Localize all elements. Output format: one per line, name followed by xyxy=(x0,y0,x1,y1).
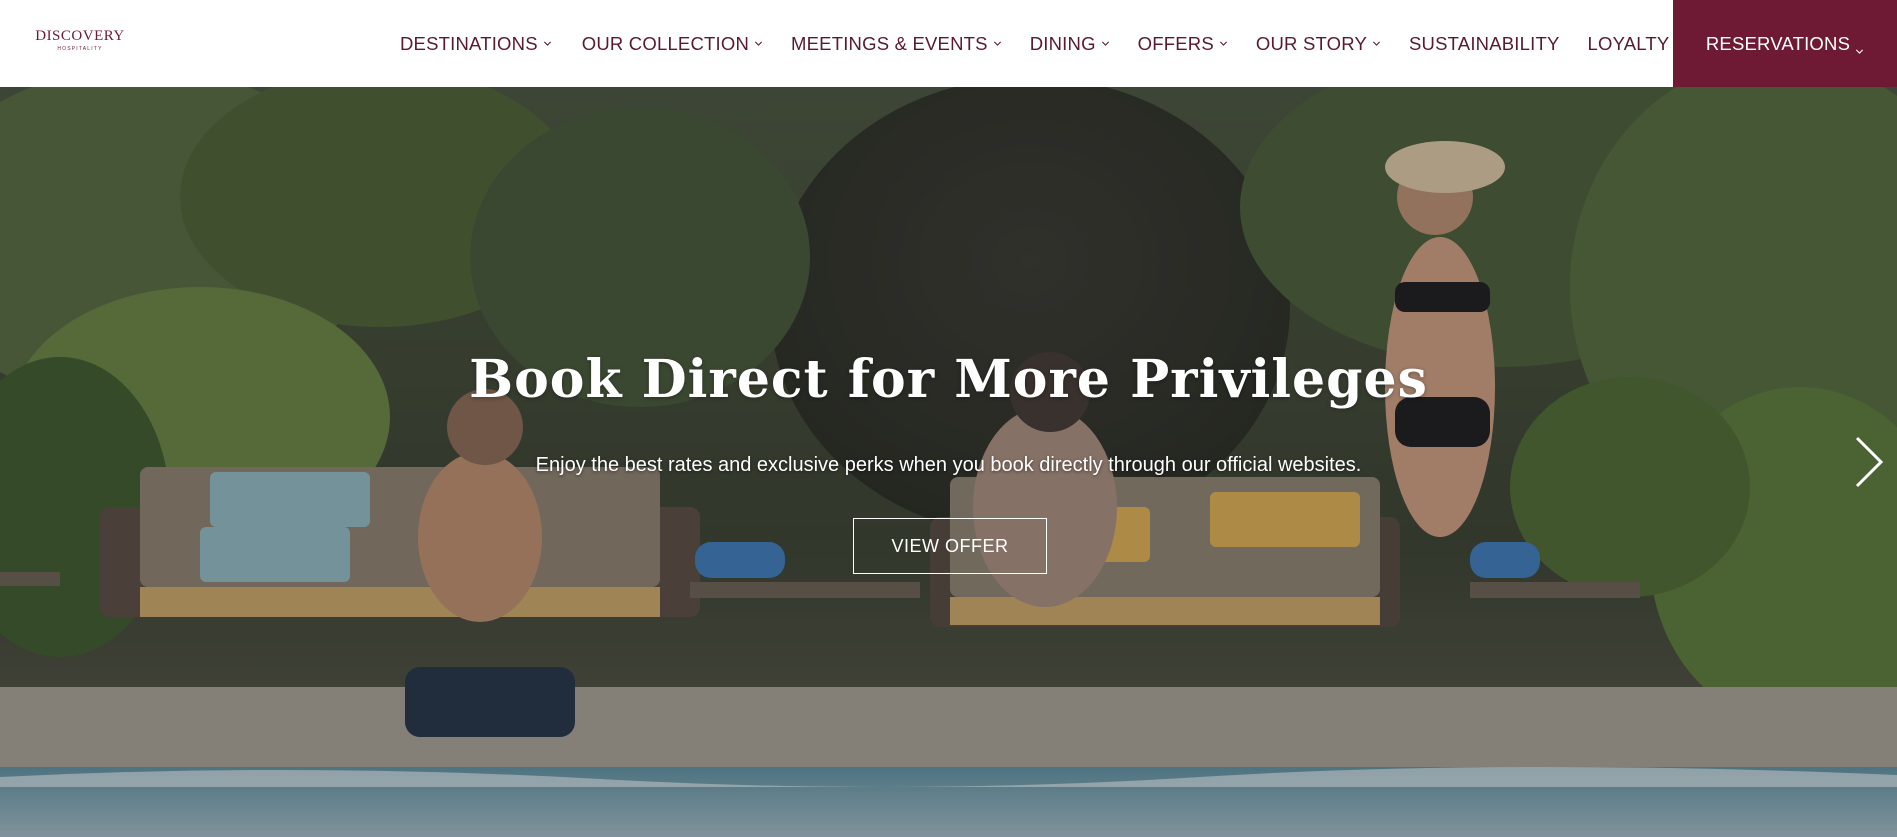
chevron-down-icon xyxy=(1372,39,1381,48)
nav-item-offers[interactable]: OFFERS xyxy=(1138,0,1228,87)
nav-item-meetings-events[interactable]: MEETINGS & EVENTS xyxy=(791,0,1002,87)
logo-tagline: HOSPITALITY xyxy=(57,46,103,52)
chevron-down-icon xyxy=(1101,39,1110,48)
nav-item-label: OUR COLLECTION xyxy=(581,32,750,54)
nav-item-label: OUR STORY xyxy=(1255,32,1368,54)
hero-subtitle: Enjoy the best rates and exclusive perks… xyxy=(535,454,1362,476)
chevron-right-icon[interactable] xyxy=(1851,434,1885,490)
nav-item-label: MEETINGS & EVENTS xyxy=(791,32,988,54)
nav-item-label: DESTINATIONS xyxy=(400,32,538,54)
reservations-label: RESERVATIONS xyxy=(1705,32,1851,54)
nav-item-label: SUSTAINABILITY xyxy=(1409,32,1560,54)
hero-title: Book Direct for More Privileges xyxy=(469,349,1428,410)
site-header: DISCOVERY HOSPITALITY DESTINATIONS OUR C… xyxy=(0,0,1897,87)
chevron-down-icon xyxy=(993,39,1002,48)
nav-item-loyalty[interactable]: LOYALTY xyxy=(1588,0,1684,87)
discovery-logo[interactable]: DISCOVERY HOSPITALITY xyxy=(30,28,130,58)
chevron-down-icon xyxy=(543,39,552,48)
nav-item-dining[interactable]: DINING xyxy=(1030,0,1110,87)
nav-item-label: OFFERS xyxy=(1137,32,1214,54)
nav-item-destinations[interactable]: DESTINATIONS xyxy=(400,0,552,87)
nav-item-our-story[interactable]: OUR STORY xyxy=(1256,0,1381,87)
hero-banner: Book Direct for More Privileges Enjoy th… xyxy=(0,87,1897,837)
chevron-down-icon xyxy=(1219,39,1228,48)
nav-item-our-collection[interactable]: OUR COLLECTION xyxy=(582,0,763,87)
chevron-down-icon xyxy=(754,39,763,48)
logo-wordmark: DISCOVERY xyxy=(35,28,125,44)
chevron-down-icon xyxy=(1855,39,1864,54)
nav-item-label: LOYALTY xyxy=(1587,32,1670,54)
reservations-button[interactable]: RESERVATIONS xyxy=(1673,0,1897,87)
main-navigation: DESTINATIONS OUR COLLECTION MEETINGS & E… xyxy=(400,0,1683,87)
view-offer-button[interactable]: VIEW OFFER xyxy=(853,518,1047,574)
nav-item-sustainability[interactable]: SUSTAINABILITY xyxy=(1409,0,1560,87)
nav-item-label: DINING xyxy=(1029,32,1096,54)
